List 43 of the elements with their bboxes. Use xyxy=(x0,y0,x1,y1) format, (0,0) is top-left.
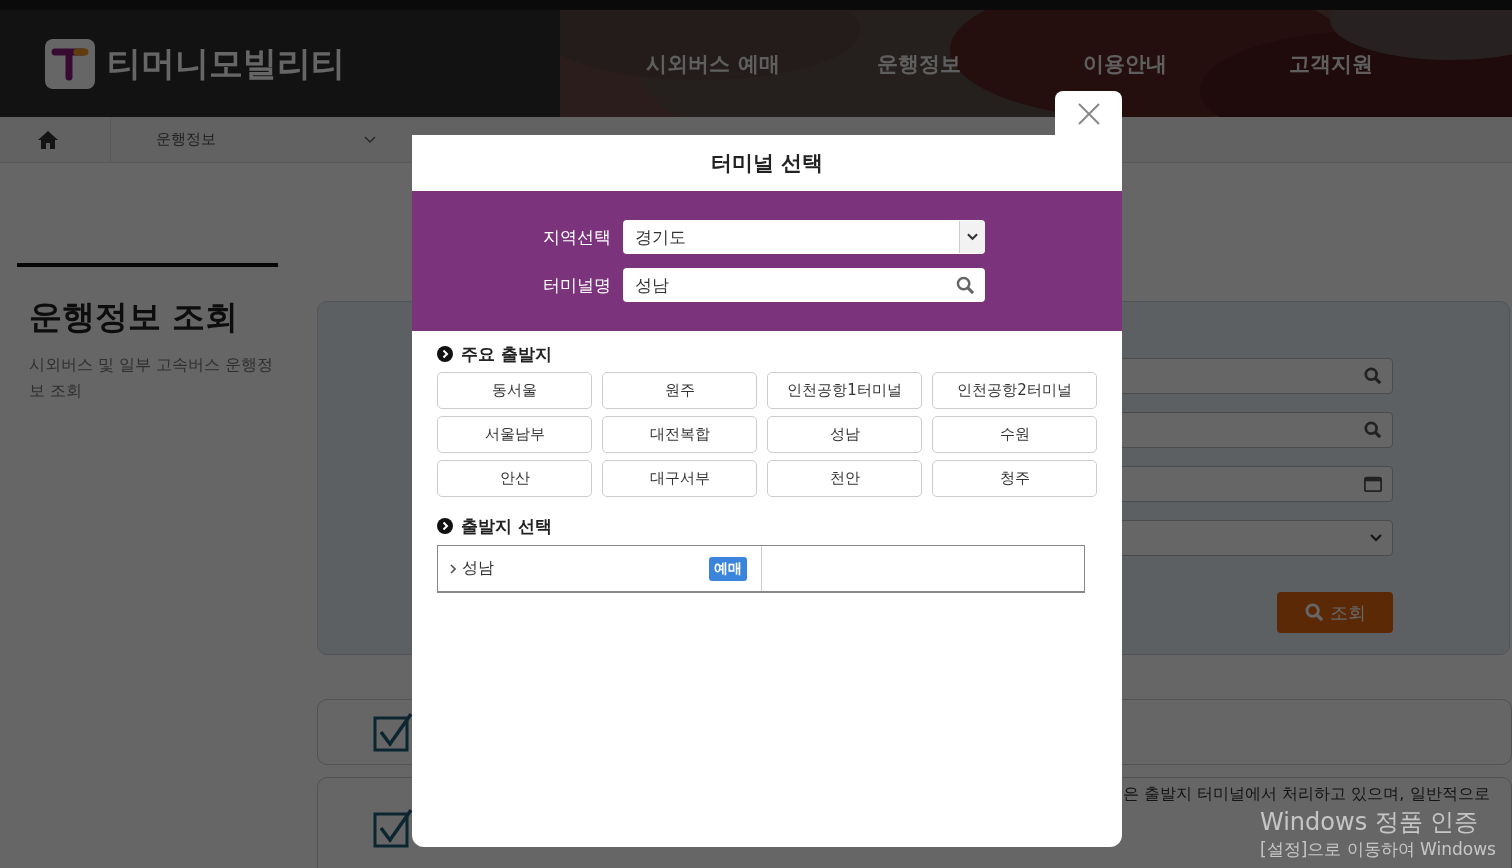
section-title: 출발지 선택 xyxy=(461,514,552,538)
close-icon xyxy=(1077,103,1100,125)
terminal-button[interactable]: 천안 xyxy=(767,460,922,497)
modal-title: 터미널 선택 xyxy=(709,150,825,177)
home-icon[interactable] xyxy=(38,130,58,149)
search-icon xyxy=(1364,367,1382,385)
terminal-button[interactable]: 동서울 xyxy=(437,372,592,409)
checkbox-icon xyxy=(373,712,413,752)
terminal-button[interactable]: 대구서부 xyxy=(602,460,757,497)
terminal-button[interactable]: 인천공항1터미널 xyxy=(767,372,922,409)
chevron-icon xyxy=(450,563,456,574)
terminal-search-field[interactable]: 성남 xyxy=(623,268,985,302)
region-select[interactable]: 경기도 xyxy=(623,220,985,254)
checkbox-icon xyxy=(373,808,413,848)
terminal-button[interactable]: 인천공항2터미널 xyxy=(932,372,1097,409)
section-title: 주요 출발지 xyxy=(461,342,552,366)
activation-text: [설정]으로 이동하여 Windows xyxy=(1260,838,1496,861)
terminal-button[interactable]: 서울남부 xyxy=(437,416,592,453)
calendar-icon xyxy=(1364,475,1382,493)
terminal-button[interactable]: 대전복합 xyxy=(602,416,757,453)
arrow-circle-icon xyxy=(437,346,453,362)
field-label: 지역선택 xyxy=(542,225,611,249)
booking-badge[interactable]: 예매 xyxy=(709,556,747,581)
terminal-button[interactable]: 수원 xyxy=(932,416,1097,453)
caret-icon xyxy=(1370,534,1382,542)
caret-icon xyxy=(364,135,376,144)
terminal-button[interactable]: 성남 xyxy=(767,416,922,453)
search-icon xyxy=(1304,603,1324,622)
caret-icon xyxy=(967,233,978,241)
logo-icon xyxy=(45,38,95,89)
notice-text: 은 출발지 터미널에서 처리하고 있으며, 일반적으로 xyxy=(1123,784,1490,805)
field-label: 터미널명 xyxy=(542,273,611,297)
dropdown-button[interactable] xyxy=(959,221,985,253)
terminal-button[interactable]: 청주 xyxy=(932,460,1097,497)
terminal-list-item[interactable]: 성남 xyxy=(462,558,709,579)
terminal-button[interactable]: 원주 xyxy=(602,372,757,409)
close-button[interactable] xyxy=(1055,91,1122,137)
activation-title: Windows 정품 인증 xyxy=(1260,807,1480,838)
search-icon xyxy=(1364,421,1382,439)
search-icon[interactable] xyxy=(956,275,975,295)
arrow-circle-icon xyxy=(437,518,453,534)
page-title: 운행정보 조회 xyxy=(29,296,240,338)
terminal-button[interactable]: 안산 xyxy=(437,460,592,497)
